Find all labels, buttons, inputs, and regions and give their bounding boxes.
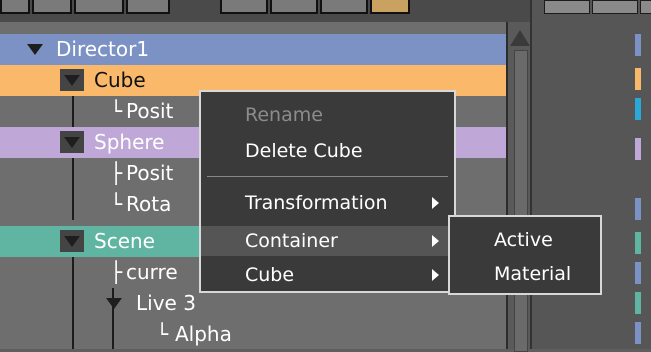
tree-branch-icon: └ [110,99,123,123]
tree-connector [72,158,74,189]
expand-triangle-icon[interactable] [27,44,43,55]
context-menu: Rename Delete Cube Transformation Contai… [199,90,456,293]
tree-row-director1[interactable]: Director1 [0,34,506,65]
tree-row-label: Director1 [56,37,150,61]
tree-branch-icon: └ [156,322,169,346]
timeline-marker [635,232,641,254]
tree-branch-icon: ├ [110,161,123,185]
tree-branch-icon: ├ [110,260,123,284]
toolbar-button[interactable] [320,0,368,14]
toolbar-button[interactable] [0,0,30,14]
submenu-item-active[interactable]: Active [450,225,600,255]
expand-triangle-icon[interactable] [64,75,80,86]
menu-separator [207,176,448,177]
tree-row-label: Live 3 [136,291,196,315]
menu-item-rename[interactable]: Rename [201,100,454,130]
container-submenu: Active Material [448,215,602,295]
expand-triangle-icon[interactable] [64,236,80,247]
submenu-arrow-icon [432,197,439,209]
timeline-marker [635,138,641,160]
menu-item-label: Cube [245,264,295,286]
menu-item-cube[interactable]: Cube [201,260,454,290]
menu-item-label: Active [494,229,553,251]
menu-item-label: Material [494,263,572,285]
tree-row-label: Posit [126,161,174,185]
timeline-marker [635,198,641,220]
tree-row-label: Sphere [94,130,165,154]
expand-triangle-icon[interactable] [106,298,122,309]
timeline-marker [635,34,641,56]
menu-item-container[interactable]: Container [201,226,454,256]
tree-branch-icon: └ [110,192,123,216]
tree-row-label: curre [126,260,178,284]
tree-row-alpha[interactable]: └ Alpha [0,319,506,349]
submenu-arrow-icon [432,269,439,281]
panel-button[interactable] [640,0,651,14]
timeline-marker [635,68,641,90]
tree-connector [72,189,74,220]
tree-row-label: Posit [126,99,174,123]
submenu-arrow-icon [432,235,439,247]
menu-item-delete-cube[interactable]: Delete Cube [201,136,454,166]
timeline-marker [635,98,641,120]
toolbar-button[interactable] [220,0,268,14]
tree-row-label: Cube [94,68,146,92]
scroll-up-arrow-icon[interactable] [510,30,530,46]
tree-row-label: Rota [126,192,172,216]
timeline-marker [635,292,641,314]
menu-item-transformation[interactable]: Transformation [201,188,454,218]
toolbar-button[interactable] [270,0,318,14]
panel-button[interactable] [544,0,590,14]
tree-row-label: Alpha [175,322,232,346]
timeline-marker [635,262,641,284]
menu-item-label: Rename [245,104,323,126]
menu-item-label: Delete Cube [245,140,363,162]
tree-connector [72,96,74,127]
toolbar-button[interactable] [32,0,72,14]
right-panel [530,0,651,349]
toolbar-button[interactable] [126,0,170,14]
tree-scrollbar[interactable] [506,22,530,352]
menu-item-label: Transformation [245,192,388,214]
tree-row-label: Scene [94,229,155,253]
panel-button[interactable] [592,0,638,14]
toolbar-button[interactable] [74,0,124,14]
toolbar-button-highlighted[interactable] [370,0,410,14]
scroll-track[interactable] [514,50,528,352]
expand-triangle-icon[interactable] [64,137,80,148]
submenu-item-material[interactable]: Material [450,259,600,289]
timeline-marker [635,322,641,344]
menu-item-label: Container [245,230,338,252]
